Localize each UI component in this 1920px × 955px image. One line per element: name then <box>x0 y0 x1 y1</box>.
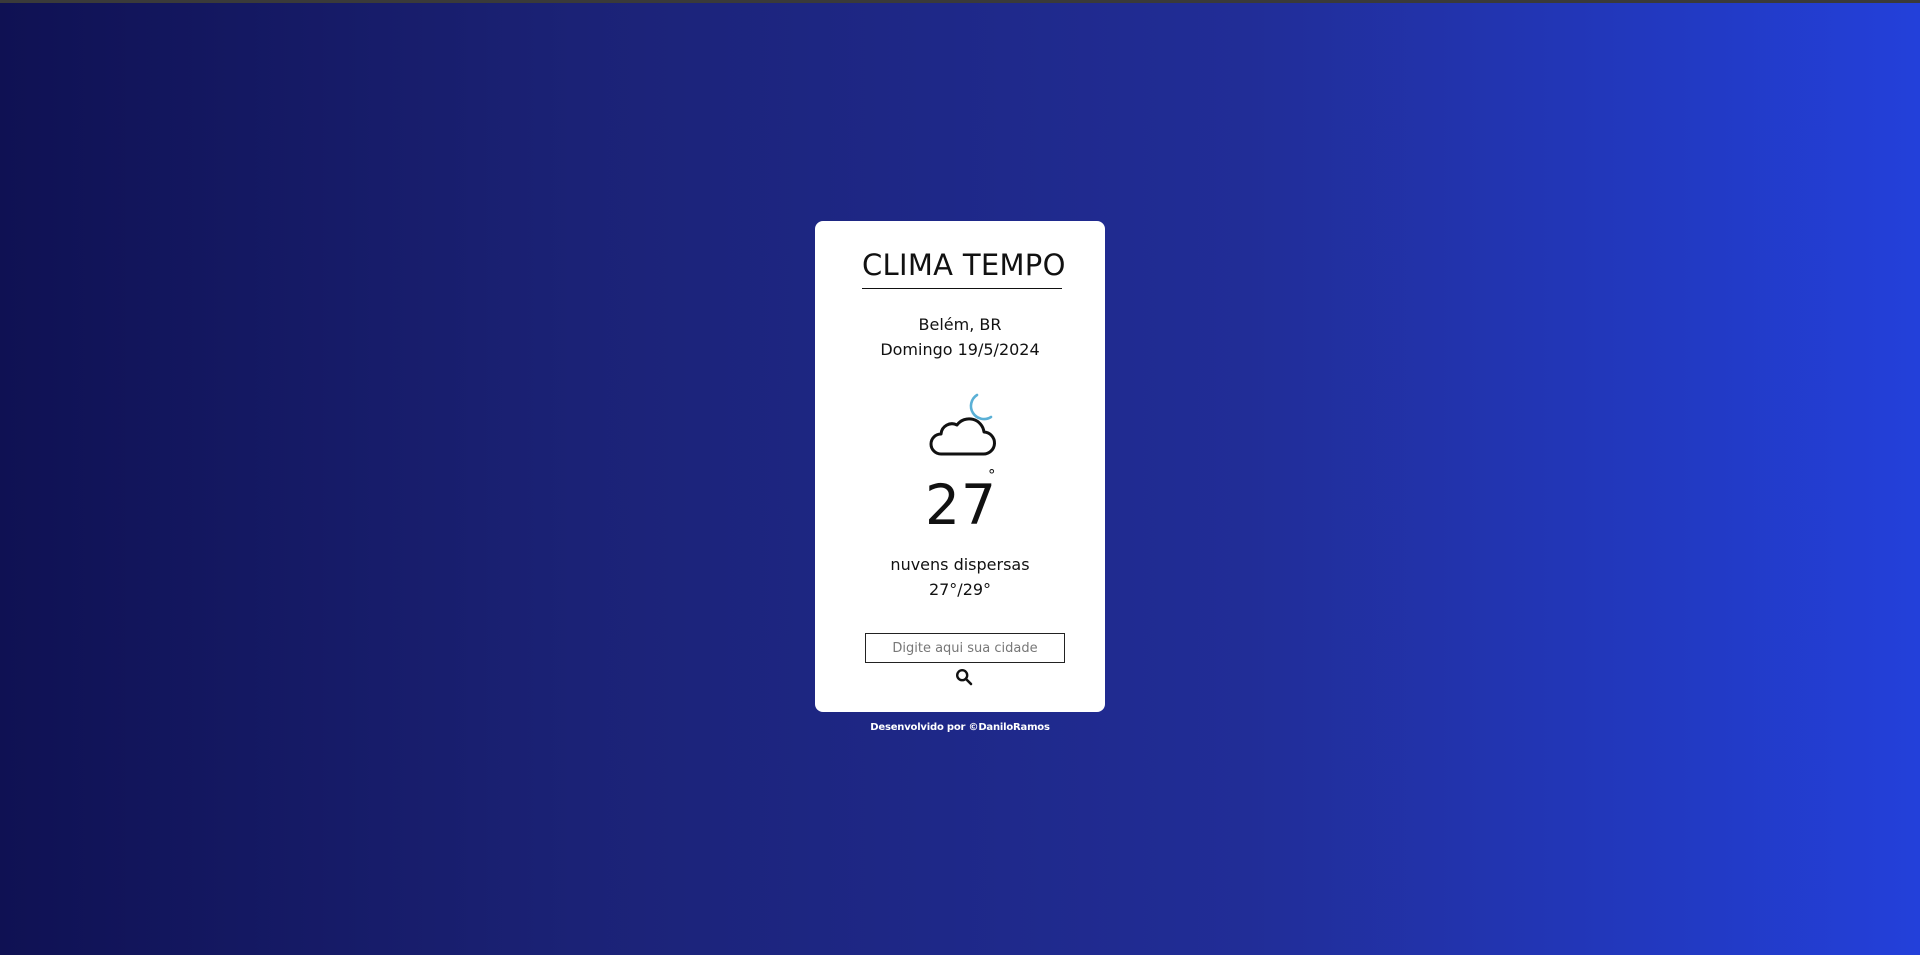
temperature-value: 27 <box>925 473 997 537</box>
city-search-input[interactable] <box>865 633 1065 663</box>
footer-credit: Desenvolvido por ©DaniloRamos <box>870 722 1050 733</box>
search-icon <box>955 668 973 685</box>
location-label: Belém, BR <box>918 315 1002 334</box>
browser-top-strip <box>0 0 1920 3</box>
cloud-icon <box>929 417 996 456</box>
degree-symbol: ° <box>988 466 996 484</box>
weather-description: nuvens dispersas <box>890 555 1030 574</box>
temperature-block: 27 ° <box>815 466 1105 537</box>
weather-card: CLIMA TEMPO Belém, BR Domingo 19/5/2024 … <box>815 221 1105 712</box>
search-button[interactable] <box>952 667 976 689</box>
moon-icon <box>969 393 993 421</box>
app-title: CLIMA TEMPO <box>862 247 1065 289</box>
min-max-temperature: 27°/29° <box>928 580 992 599</box>
date-label: Domingo 19/5/2024 <box>880 340 1040 359</box>
cloud-moon-icon <box>929 393 996 456</box>
